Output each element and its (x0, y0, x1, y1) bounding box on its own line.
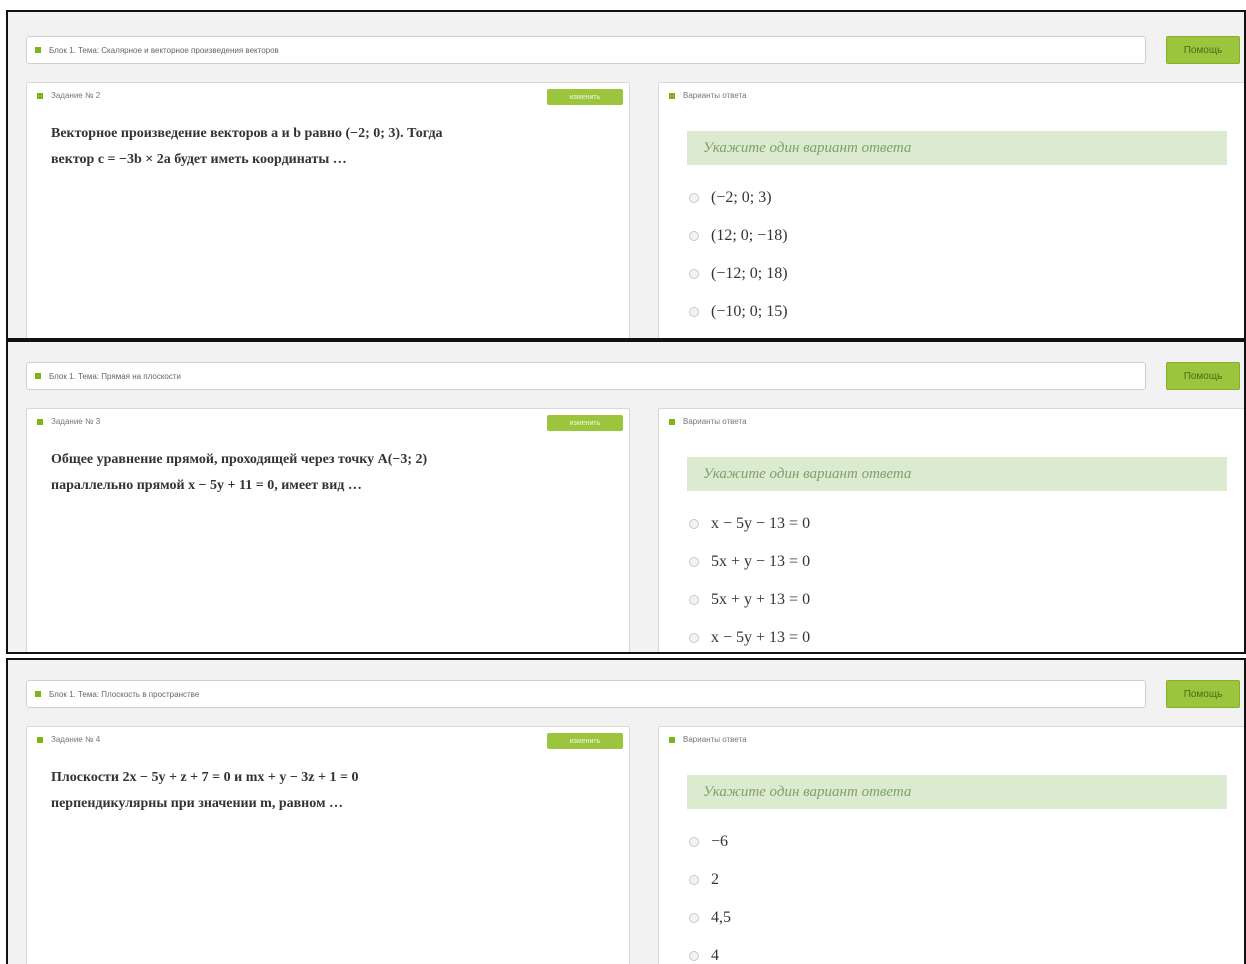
topic-bar: Блок 1. Тема: Прямая на плоскости (26, 362, 1146, 390)
help-button[interactable]: Помощь (1166, 362, 1240, 390)
radio-button[interactable] (689, 557, 699, 567)
question-line-2: перпендикулярны при значении m, равном … (51, 796, 343, 811)
option-label: (−10; 0; 15) (711, 303, 788, 320)
answer-options: (−2; 0; 3) (12; 0; −18) (−12; 0; 18) (−1… (689, 179, 788, 331)
task-header: Задание № 4 (37, 735, 100, 744)
question-line-2: параллельно прямой x − 5y + 11 = 0, имее… (51, 478, 362, 493)
answer-option[interactable]: 5x + y + 13 = 0 (689, 581, 810, 619)
option-label: (12; 0; −18) (711, 227, 788, 244)
radio-button[interactable] (689, 913, 699, 923)
square-bullet-icon (669, 736, 675, 743)
option-label: 4 (711, 947, 719, 964)
screen-1: Блок 1. Тема: Скалярное и векторное прои… (6, 10, 1246, 340)
topic-title: Блок 1. Тема: Прямая на плоскости (49, 371, 182, 381)
option-label: x − 5y + 13 = 0 (711, 629, 811, 646)
answer-option[interactable]: (−10; 0; 15) (689, 293, 788, 331)
square-bullet-icon (35, 47, 41, 53)
answers-header: Варианты ответа (669, 91, 747, 100)
question-text: Векторное произведение векторов a и b ра… (51, 121, 531, 173)
radio-button[interactable] (689, 875, 699, 885)
answers-header: Варианты ответа (669, 735, 747, 744)
change-button[interactable]: изменить (547, 415, 623, 431)
radio-button[interactable] (689, 269, 699, 279)
answer-option[interactable]: (−2; 0; 3) (689, 179, 788, 217)
help-button[interactable]: Помощь (1166, 680, 1240, 708)
task-panel: Задание № 2 изменить Векторное произведе… (26, 82, 630, 338)
radio-button[interactable] (689, 951, 699, 961)
topic-bar: Блок 1. Тема: Плоскость в пространстве (26, 680, 1146, 708)
question-line-1: Плоскости 2x − 5y + z + 7 = 0 и mx + y −… (51, 770, 359, 785)
square-bullet-icon (669, 418, 675, 425)
option-label: −6 (711, 833, 729, 850)
question-text: Плоскости 2x − 5y + z + 7 = 0 и mx + y −… (51, 765, 531, 817)
square-bullet-icon (37, 92, 43, 99)
square-bullet-icon (35, 691, 41, 697)
topic-bar: Блок 1. Тема: Скалярное и векторное прои… (26, 36, 1146, 64)
option-label: 5x + y − 13 = 0 (711, 553, 811, 570)
square-bullet-icon (37, 418, 43, 425)
answers-heading: Варианты ответа (683, 417, 747, 426)
square-bullet-icon (669, 92, 675, 99)
square-bullet-icon (37, 736, 43, 743)
radio-button[interactable] (689, 307, 699, 317)
task-header: Задание № 2 (37, 91, 100, 100)
radio-button[interactable] (689, 519, 699, 529)
change-button[interactable]: изменить (547, 733, 623, 749)
answer-option[interactable]: −6 (689, 823, 731, 861)
answer-option[interactable]: x − 5y + 13 = 0 (689, 619, 811, 652)
question-line-1: Векторное произведение векторов a и b ра… (51, 126, 443, 141)
answer-option[interactable]: 2 (689, 861, 731, 899)
answers-heading: Варианты ответа (683, 735, 747, 744)
answer-option[interactable]: (12; 0; −18) (689, 217, 788, 255)
task-panel: Задание № 4 изменить Плоскости 2x − 5y +… (26, 726, 630, 964)
square-bullet-icon (35, 373, 41, 379)
answers-header: Варианты ответа (669, 417, 747, 426)
answer-hint: Укажите один вариант ответа (687, 775, 1227, 809)
screen-3: Блок 1. Тема: Плоскость в пространстве П… (6, 658, 1246, 964)
task-header: Задание № 3 (37, 417, 100, 426)
radio-button[interactable] (689, 633, 699, 643)
answers-panel: Варианты ответа Укажите один вариант отв… (658, 82, 1244, 338)
question-line-1: Общее уравнение прямой, проходящей через… (51, 452, 428, 467)
help-button[interactable]: Помощь (1166, 36, 1240, 64)
topic-title: Блок 1. Тема: Скалярное и векторное прои… (49, 45, 279, 55)
answer-option[interactable]: (−12; 0; 18) (689, 255, 788, 293)
answers-panel: Варианты ответа Укажите один вариант отв… (658, 408, 1244, 652)
answer-option[interactable]: 5x + y − 13 = 0 (689, 543, 810, 581)
radio-button[interactable] (689, 595, 699, 605)
answer-option[interactable]: 4 (689, 937, 731, 964)
radio-button[interactable] (689, 193, 699, 203)
option-label: 5x + y + 13 = 0 (711, 591, 811, 608)
task-panel: Задание № 3 изменить Общее уравнение пря… (26, 408, 630, 652)
option-label: 4,5 (711, 909, 731, 926)
question-text: Общее уравнение прямой, проходящей через… (51, 447, 531, 499)
answers-heading: Варианты ответа (683, 91, 747, 100)
task-number: Задание № 3 (51, 417, 101, 426)
answer-hint: Укажите один вариант ответа (687, 457, 1227, 491)
answer-hint: Укажите один вариант ответа (687, 131, 1227, 165)
screen-2: Блок 1. Тема: Прямая на плоскости Помощь… (6, 340, 1246, 654)
answers-panel: Варианты ответа Укажите один вариант отв… (658, 726, 1244, 964)
option-label: (−12; 0; 18) (711, 265, 788, 282)
option-label: 2 (711, 871, 719, 888)
answer-options: x − 5y − 13 = 0 5x + y − 13 = 0 5x + y +… (689, 505, 811, 652)
question-line-2: вектор c = −3b × 2a будет иметь координа… (51, 152, 347, 167)
radio-button[interactable] (689, 837, 699, 847)
option-label: x − 5y − 13 = 0 (711, 515, 811, 532)
task-number: Задание № 4 (51, 735, 101, 744)
change-button[interactable]: изменить (547, 89, 623, 105)
topic-title: Блок 1. Тема: Плоскость в пространстве (49, 689, 200, 699)
answer-option[interactable]: x − 5y − 13 = 0 (689, 505, 810, 543)
option-label: (−2; 0; 3) (711, 189, 772, 206)
radio-button[interactable] (689, 231, 699, 241)
task-number: Задание № 2 (51, 91, 101, 100)
answer-options: −6 2 4,5 4 (689, 823, 731, 964)
answer-option[interactable]: 4,5 (689, 899, 731, 937)
